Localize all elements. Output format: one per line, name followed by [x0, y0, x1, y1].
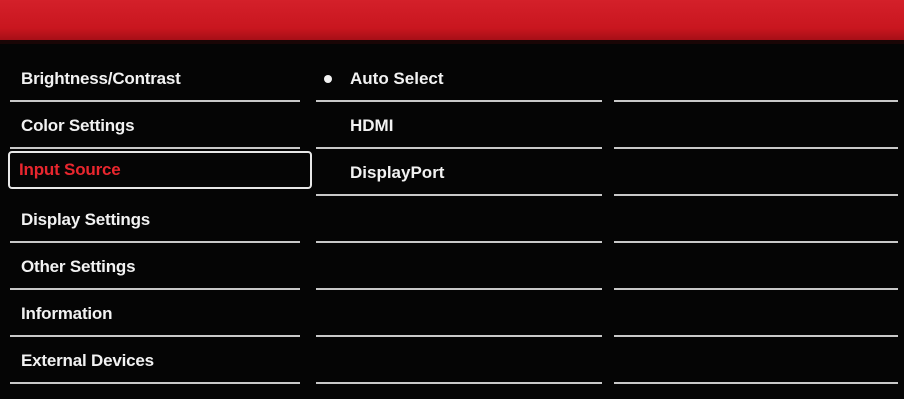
- sub-options-column: [614, 55, 898, 384]
- menu-item-label: Other Settings: [21, 257, 136, 276]
- row-divider: [316, 382, 602, 384]
- option-empty-row: [316, 290, 602, 337]
- sub-option-empty-row: [614, 337, 898, 384]
- option-label: DisplayPort: [350, 163, 445, 182]
- option-empty-row: [316, 337, 602, 384]
- osd-header-divider: [0, 40, 904, 44]
- selected-bullet-icon: [324, 75, 332, 83]
- menu-item-label: Color Settings: [21, 116, 135, 135]
- menu-item-other-settings[interactable]: Other Settings: [8, 243, 308, 290]
- menu-item-color-settings[interactable]: Color Settings: [8, 102, 308, 149]
- menu-item-external-devices[interactable]: External Devices: [8, 337, 308, 384]
- main-menu: Brightness/Contrast Color Settings Input…: [8, 55, 312, 384]
- row-divider: [10, 382, 300, 384]
- option-label: Auto Select: [350, 69, 444, 88]
- option-displayport[interactable]: DisplayPort: [316, 149, 602, 196]
- osd-screen: Brightness/Contrast Color Settings Input…: [0, 0, 904, 399]
- menu-item-display-settings[interactable]: Display Settings: [8, 196, 308, 243]
- option-empty-row: [316, 243, 602, 290]
- menu-item-label: External Devices: [21, 351, 154, 370]
- sub-option-empty-row: [614, 196, 898, 243]
- sub-option-empty-row: [614, 102, 898, 149]
- input-source-options: Auto Select HDMI DisplayPort: [316, 55, 602, 384]
- row-divider: [614, 382, 898, 384]
- menu-item-label: Display Settings: [21, 210, 151, 229]
- sub-option-empty-row: [614, 243, 898, 290]
- menu-item-label: Information: [21, 304, 113, 323]
- menu-item-label: Input Source: [19, 160, 121, 179]
- osd-header-bar: [0, 0, 904, 40]
- option-auto-select[interactable]: Auto Select: [316, 55, 602, 102]
- sub-option-empty-row: [614, 290, 898, 337]
- menu-item-information[interactable]: Information: [8, 290, 308, 337]
- sub-option-empty-row: [614, 55, 898, 102]
- option-empty-row: [316, 196, 602, 243]
- menu-item-brightness-contrast[interactable]: Brightness/Contrast: [8, 55, 308, 102]
- menu-item-input-source[interactable]: Input Source: [8, 149, 312, 196]
- sub-option-empty-row: [614, 149, 898, 196]
- option-label: HDMI: [350, 116, 394, 135]
- menu-item-label: Brightness/Contrast: [21, 69, 181, 88]
- option-hdmi[interactable]: HDMI: [316, 102, 602, 149]
